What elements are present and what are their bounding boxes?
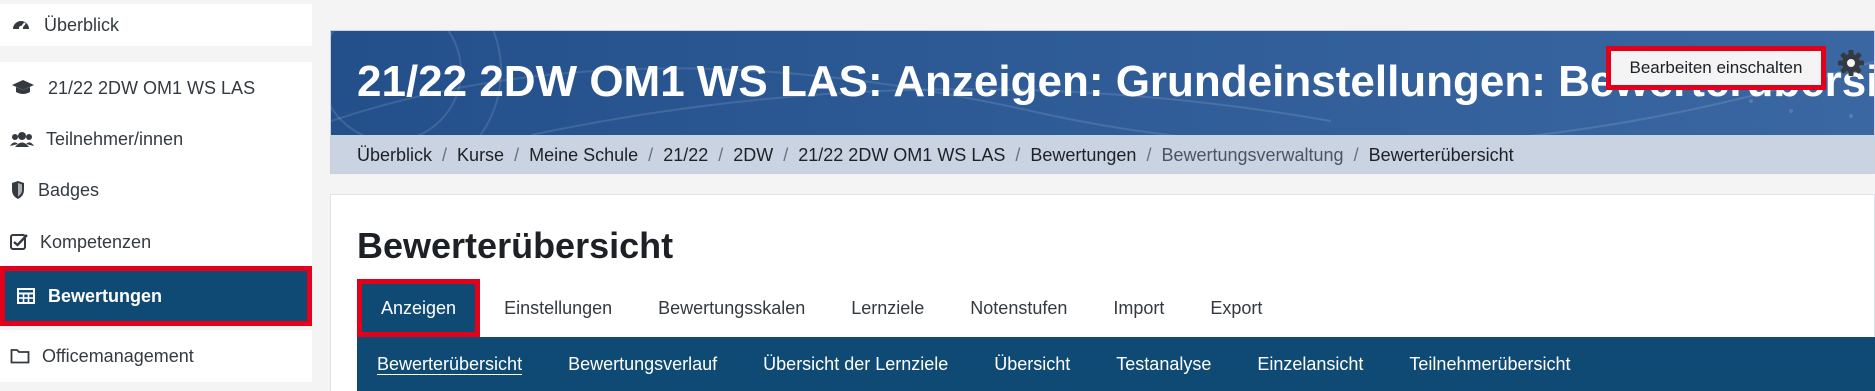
- sidebar-item-competencies[interactable]: Kompetenzen: [0, 216, 312, 268]
- sidebar-item-participants[interactable]: Teilnehmer/innen: [0, 114, 312, 164]
- tab-export[interactable]: Export: [1188, 279, 1284, 337]
- subtab-einzelansicht[interactable]: Einzelansicht: [1257, 354, 1363, 375]
- subtab-lernziele-uebersicht[interactable]: Übersicht der Lernziele: [763, 354, 948, 375]
- checkbox-icon: [10, 231, 28, 253]
- subtab-uebersicht[interactable]: Übersicht: [994, 354, 1070, 375]
- sidebar-item-label: Überblick: [44, 14, 120, 35]
- gear-icon[interactable]: [1836, 48, 1866, 78]
- breadcrumb-item[interactable]: Kurse: [457, 145, 504, 166]
- folder-icon: [10, 345, 30, 367]
- dashboard-icon: [10, 14, 32, 36]
- breadcrumb-item[interactable]: Überblick: [357, 145, 432, 166]
- sidebar: Überblick 21/22 2DW OM1 WS LAS Teilnehme…: [0, 0, 312, 391]
- breadcrumb-item[interactable]: Bewertungen: [1030, 145, 1136, 166]
- sidebar-item-label: 21/22 2DW OM1 WS LAS: [48, 77, 256, 98]
- subtab-teilnehmeruebersicht[interactable]: Teilnehmerübersicht: [1409, 354, 1570, 375]
- breadcrumb: Überblick / Kurse / Meine Schule / 21/22…: [331, 135, 1874, 173]
- breadcrumb-current: Bewerterübersicht: [1368, 144, 1514, 165]
- breadcrumb-separator: /: [718, 144, 724, 165]
- sidebar-item-label: Bewertungen: [48, 285, 163, 306]
- tab-import[interactable]: Import: [1091, 279, 1186, 337]
- subtab-testanalyse[interactable]: Testanalyse: [1116, 354, 1211, 375]
- breadcrumb-item[interactable]: 21/22 2DW OM1 WS LAS: [798, 145, 1005, 166]
- sidebar-item-label: Kompetenzen: [40, 231, 152, 252]
- breadcrumb-item[interactable]: Meine Schule: [529, 145, 638, 166]
- sidebar-item-course[interactable]: 21/22 2DW OM1 WS LAS: [0, 62, 312, 114]
- content-region: Bewerterübersicht Anzeigen Einstellungen…: [330, 194, 1875, 391]
- breadcrumb-separator: /: [514, 144, 520, 165]
- tab-einstellungen[interactable]: Einstellungen: [482, 279, 634, 337]
- tab-anzeigen[interactable]: Anzeigen: [357, 279, 481, 337]
- breadcrumb-separator: /: [783, 144, 789, 165]
- sidebar-item-grades[interactable]: Bewertungen: [0, 266, 312, 326]
- sidebar-item-label: Officemanagement: [42, 345, 194, 366]
- sidebar-item-ueberblick[interactable]: Überblick: [0, 4, 312, 46]
- secondary-tabs: Bewerterübersicht Bewertungsverlauf Über…: [357, 337, 1875, 391]
- tab-bewertungsskalen[interactable]: Bewertungsskalen: [636, 279, 827, 337]
- sidebar-item-badges[interactable]: Badges: [0, 164, 312, 216]
- users-icon: [10, 128, 34, 150]
- breadcrumb-item[interactable]: 2DW: [733, 145, 773, 166]
- graduation-cap-icon: [10, 77, 36, 99]
- table-icon: [16, 285, 36, 307]
- breadcrumb-separator: /: [442, 144, 448, 165]
- breadcrumb-separator: /: [648, 144, 654, 165]
- subtab-bewerteruebersicht[interactable]: Bewerterübersicht: [377, 354, 522, 375]
- breadcrumb-item[interactable]: 21/22: [663, 145, 708, 166]
- primary-tabs: Anzeigen Einstellungen Bewertungsskalen …: [357, 279, 1286, 337]
- edit-mode-button[interactable]: Bearbeiten einschalten: [1606, 46, 1826, 90]
- shield-icon: [10, 179, 26, 201]
- tab-notenstufen[interactable]: Notenstufen: [948, 279, 1089, 337]
- sidebar-item-officemanagement[interactable]: Officemanagement: [0, 330, 312, 382]
- subtab-bewertungsverlauf[interactable]: Bewertungsverlauf: [568, 354, 717, 375]
- breadcrumb-item[interactable]: Bewertungsverwaltung: [1161, 145, 1343, 166]
- tab-lernziele[interactable]: Lernziele: [829, 279, 946, 337]
- breadcrumb-separator: /: [1015, 144, 1021, 165]
- sidebar-item-label: Badges: [38, 179, 100, 200]
- sidebar-item-label: Teilnehmer/innen: [46, 128, 184, 149]
- breadcrumb-separator: /: [1353, 144, 1359, 165]
- section-title: Bewerterübersicht: [357, 225, 674, 266]
- breadcrumb-separator: /: [1146, 144, 1152, 165]
